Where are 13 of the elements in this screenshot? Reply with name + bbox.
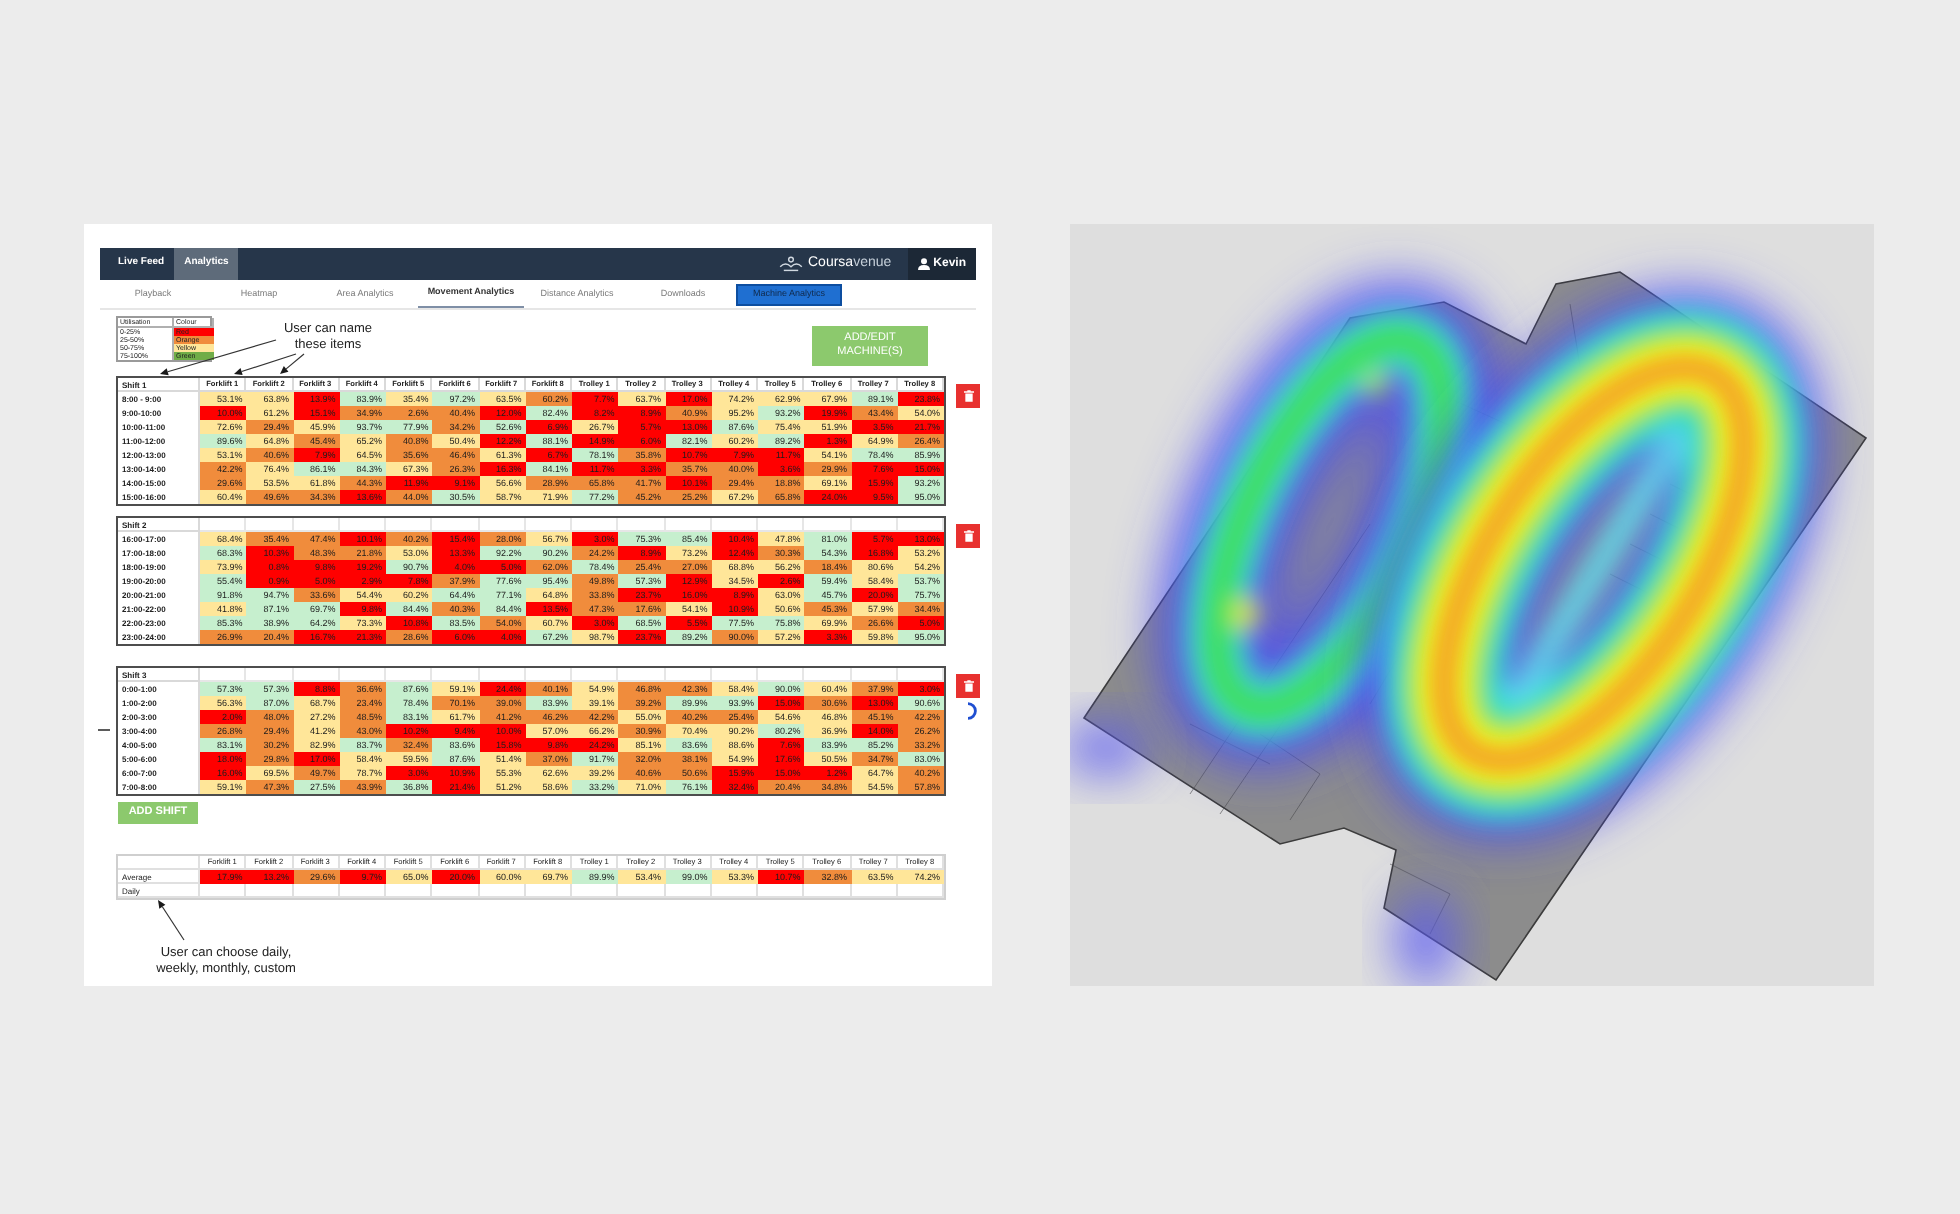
empty-cell (118, 856, 200, 870)
delete-button[interactable] (956, 384, 980, 408)
trash-icon (963, 390, 973, 402)
delete-button[interactable] (956, 524, 980, 548)
heat-spot (1394, 892, 1458, 986)
user-icon (917, 258, 930, 270)
logo-icon (778, 255, 804, 273)
heat-spot (1070, 720, 1150, 776)
pointer-arrow (158, 900, 185, 941)
delete-button[interactable] (956, 674, 980, 698)
trash-icon (963, 680, 973, 692)
leader-line (98, 728, 110, 732)
trash-icon (963, 530, 973, 542)
